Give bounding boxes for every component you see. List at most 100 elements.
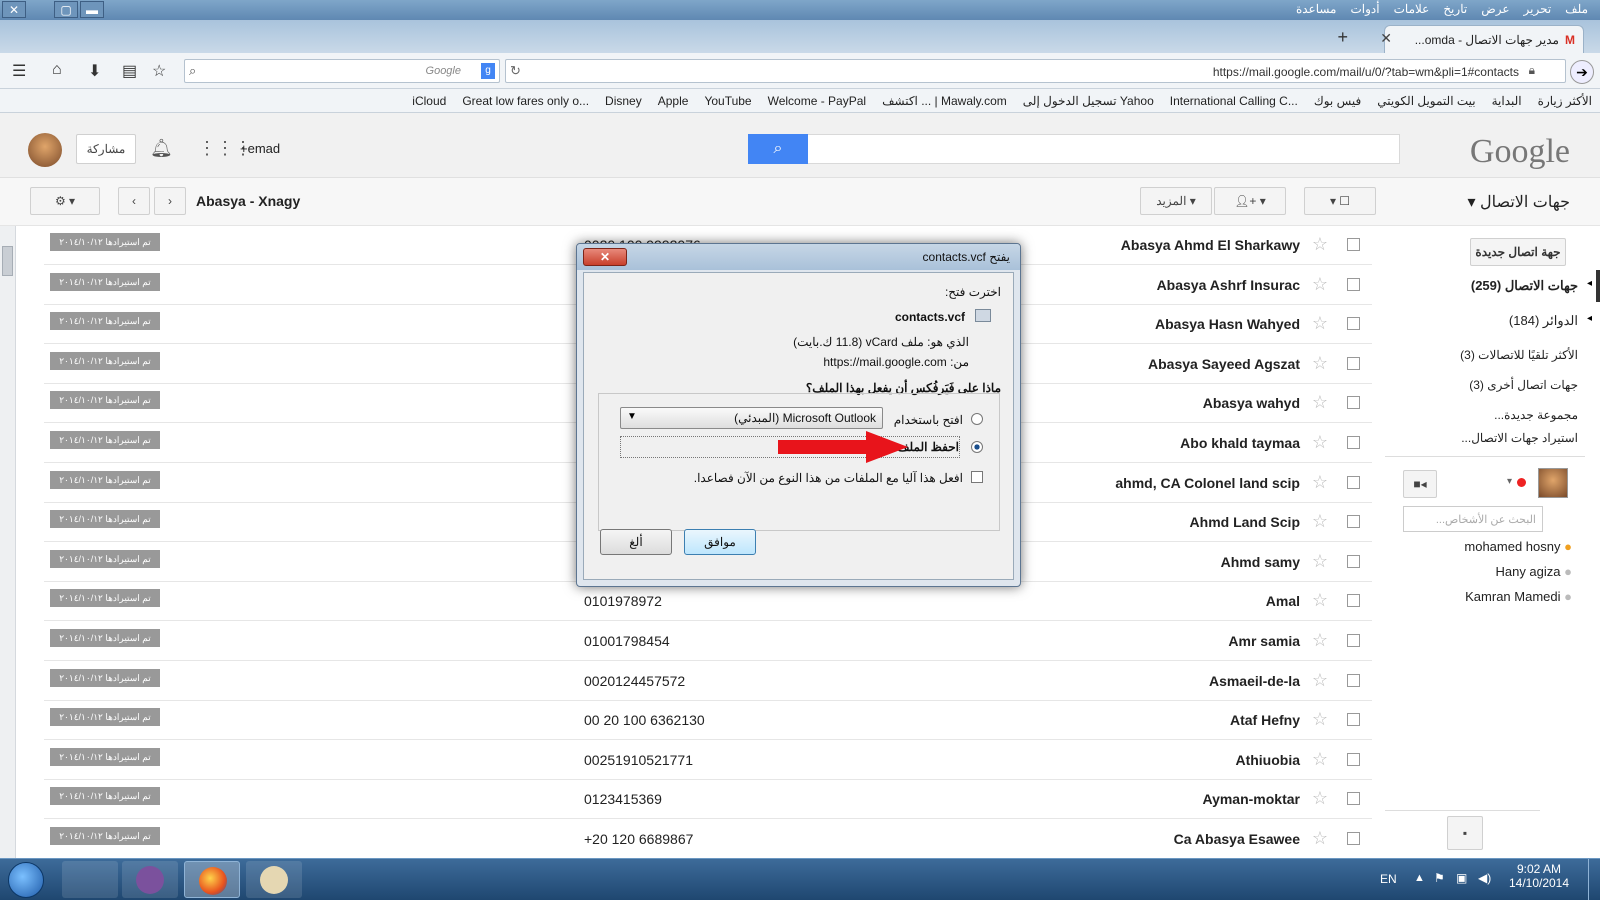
- contact-name[interactable]: Ataf Hefny: [1230, 712, 1300, 728]
- contact-name[interactable]: Asmaeil-de-la: [1209, 673, 1300, 689]
- minimize-window-button[interactable]: ▬: [80, 1, 104, 18]
- table-row[interactable]: تم استيرادها ٢٠١٤/١٠/١٢ 0101978972 Amal ☆: [44, 582, 1372, 622]
- contact-name[interactable]: Amr samia: [1228, 633, 1300, 649]
- scrollbar-thumb[interactable]: [2, 246, 13, 276]
- volume-icon[interactable]: ◀): [1478, 871, 1491, 885]
- row-checkbox[interactable]: [1347, 396, 1360, 410]
- go-forward-icon[interactable]: ➔: [1570, 60, 1594, 84]
- imported-badge[interactable]: تم استيرادها ٢٠١٤/١٠/١٢: [50, 589, 160, 608]
- imported-badge[interactable]: تم استيرادها ٢٠١٤/١٠/١٢: [50, 629, 160, 647]
- row-checkbox[interactable]: [1347, 832, 1360, 845]
- ok-button[interactable]: موافق: [684, 529, 756, 555]
- video-call-button[interactable]: ■◂: [1403, 470, 1437, 498]
- menu-item-file[interactable]: ملف: [1565, 2, 1588, 16]
- clock[interactable]: 9:02 AM 14/10/2014: [1502, 862, 1576, 890]
- chat-button[interactable]: ▪: [1447, 816, 1483, 850]
- show-hidden-icons[interactable]: ▲: [1414, 872, 1425, 884]
- row-checkbox[interactable]: [1347, 713, 1360, 727]
- menu-item-bookmarks[interactable]: علامات: [1394, 2, 1430, 16]
- avatar[interactable]: [28, 133, 62, 167]
- bell-icon[interactable]: 🔔︎: [150, 138, 173, 159]
- row-checkbox[interactable]: [1347, 317, 1360, 331]
- imported-badge[interactable]: تم استيرادها ٢٠١٤/١٠/١٢: [50, 312, 160, 331]
- table-row[interactable]: تم استيرادها ٢٠١٤/١٠/١٢ 0020124457572 Asma…: [44, 662, 1372, 701]
- section-title[interactable]: جهات الاتصال ▾: [1467, 192, 1570, 212]
- open-with-radio[interactable]: [971, 413, 983, 425]
- select-all-button[interactable]: ▾ ☐: [1304, 187, 1376, 215]
- chat-contact[interactable]: Kamran Mamedi ●: [1465, 589, 1572, 604]
- remember-checkbox[interactable]: [971, 471, 983, 483]
- menu-item-tools[interactable]: أدوات: [1351, 2, 1380, 16]
- contact-name[interactable]: Ahmd Land Scip: [1190, 514, 1300, 530]
- chat-contact[interactable]: mohamed hosny ●: [1464, 539, 1572, 554]
- star-icon[interactable]: ☆: [1312, 392, 1328, 413]
- home-icon[interactable]: ⌂: [52, 61, 62, 79]
- star-icon[interactable]: ☆: [1312, 313, 1328, 334]
- row-checkbox[interactable]: [1347, 515, 1360, 529]
- contact-name[interactable]: Abasya Ashrf Insurac: [1157, 277, 1300, 293]
- menu-item-edit[interactable]: تحرير: [1524, 2, 1552, 16]
- cancel-button[interactable]: ألغ: [600, 529, 672, 555]
- imported-badge[interactable]: تم استيرادها ٢٠١٤/١٠/١٢: [50, 510, 160, 529]
- imported-badge[interactable]: تم استيرادها ٢٠١٤/١٠/١٢: [50, 747, 160, 766]
- row-checkbox[interactable]: [1347, 238, 1360, 251]
- menu-item-history[interactable]: تاريخ: [1443, 2, 1467, 16]
- imported-badge[interactable]: تم استيرادها ٢٠١٤/١٠/١٢: [50, 272, 160, 291]
- star-icon[interactable]: ☆: [1312, 472, 1328, 493]
- bookmark-item[interactable]: بيت التمويل الكويتي: [1377, 94, 1475, 108]
- url-bar[interactable]: ↻ https://mail.google.com/mail/u/0/?tab=…: [505, 59, 1566, 83]
- add-to-group-button[interactable]: 👤︎+ ▾: [1214, 187, 1286, 215]
- contact-name[interactable]: Abasya Ahmd El Sharkawy: [1121, 237, 1300, 253]
- row-checkbox[interactable]: [1347, 792, 1360, 806]
- menu-icon[interactable]: ☰: [12, 61, 26, 81]
- maximize-window-button[interactable]: ▢: [54, 1, 78, 18]
- row-checkbox[interactable]: [1347, 752, 1360, 766]
- imported-badge[interactable]: تم استيرادها ٢٠١٤/١٠/١٢: [50, 787, 160, 806]
- bookmark-item[interactable]: Apple: [658, 94, 689, 108]
- star-icon[interactable]: ☆: [1312, 432, 1328, 453]
- imported-badge[interactable]: تم استيرادها ٢٠١٤/١٠/١٢: [50, 470, 160, 489]
- expand-icon[interactable]: ◂: [1587, 278, 1592, 289]
- star-icon[interactable]: ☆: [1312, 353, 1328, 374]
- show-desktop-button[interactable]: [1588, 859, 1600, 900]
- row-checkbox[interactable]: [1347, 475, 1360, 489]
- contacts-search-input[interactable]: [748, 134, 1400, 164]
- contact-name[interactable]: Ca Abasya Esawee: [1174, 831, 1300, 847]
- imported-badge[interactable]: تم استيرادها ٢٠١٤/١٠/١٢: [50, 827, 160, 845]
- contact-name[interactable]: Amal: [1266, 593, 1300, 609]
- table-row[interactable]: تم استيرادها ٢٠١٤/١٠/١٢ 00251910521771 Ath…: [44, 741, 1372, 780]
- people-search-input[interactable]: البحث عن الأشخاص...: [1403, 506, 1543, 532]
- table-row[interactable]: تم استيرادها ٢٠١٤/١٠/١٢ 00 20 100 6362130…: [44, 701, 1372, 741]
- bookmark-item[interactable]: البداية: [1492, 94, 1522, 108]
- taskbar-app-paint[interactable]: [246, 861, 302, 898]
- contact-name[interactable]: Ahmd samy: [1221, 554, 1300, 570]
- sidebar-item-most-contacted[interactable]: الأكثر تلقيًا للاتصالات (3): [1460, 348, 1578, 362]
- bookmark-item[interactable]: فيس بوك: [1314, 94, 1361, 108]
- language-indicator[interactable]: EN: [1380, 872, 1397, 886]
- contact-name[interactable]: Abasya wahyd: [1203, 395, 1300, 411]
- contact-name[interactable]: Ayman-moktar: [1202, 791, 1300, 807]
- sidebar-item-new-group[interactable]: مجموعة جديدة...: [1494, 408, 1578, 422]
- clipboard-icon[interactable]: ▤: [122, 61, 137, 81]
- more-button[interactable]: المزيد ▾: [1140, 187, 1212, 215]
- imported-badge[interactable]: تم استيرادها ٢٠١٤/١٠/١٢: [50, 668, 160, 687]
- imported-badge[interactable]: تم استيرادها ٢٠١٤/١٠/١٢: [50, 549, 160, 568]
- menu-item-view[interactable]: عرض: [1481, 2, 1509, 16]
- star-icon[interactable]: ☆: [1312, 630, 1328, 651]
- expand-icon[interactable]: ◂: [1587, 313, 1592, 324]
- bookmark-item[interactable]: Great low fares only o...: [462, 94, 589, 108]
- bookmark-item[interactable]: YouTube: [704, 94, 751, 108]
- close-window-button[interactable]: ✕: [2, 1, 26, 18]
- row-checkbox[interactable]: [1347, 277, 1360, 291]
- page-scrollbar[interactable]: [0, 226, 16, 858]
- bookmark-item[interactable]: Disney: [605, 94, 642, 108]
- star-icon[interactable]: ☆: [1312, 234, 1328, 255]
- star-icon[interactable]: ☆: [1312, 749, 1328, 770]
- chevron-down-icon[interactable]: ▾: [1507, 476, 1512, 487]
- star-icon[interactable]: ☆: [1312, 828, 1328, 849]
- contact-name[interactable]: Athiuobia: [1235, 752, 1300, 768]
- bookmark-item[interactable]: اكتشف ... | Mawaly.com: [882, 94, 1007, 108]
- bookmark-star-icon[interactable]: ☆: [152, 61, 166, 81]
- star-icon[interactable]: ☆: [1312, 274, 1328, 295]
- share-button[interactable]: مشاركة: [76, 134, 136, 164]
